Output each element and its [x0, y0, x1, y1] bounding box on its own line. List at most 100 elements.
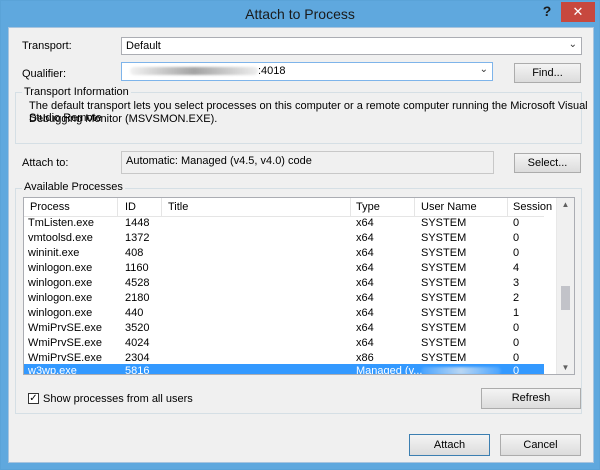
process-user: SYSTEM	[421, 232, 467, 244]
column-header-id[interactable]: ID	[125, 201, 136, 213]
process-id: 5816	[125, 365, 150, 375]
scrollbar-thumb[interactable]	[561, 286, 570, 310]
redacted-hostname	[130, 67, 258, 76]
process-id: 1160	[125, 262, 149, 274]
refresh-button[interactable]: Refresh	[481, 388, 581, 409]
process-list-scrollbar[interactable]: ▲ ▼	[556, 198, 574, 374]
process-type: Managed (v...	[356, 365, 423, 375]
process-type: x64	[356, 262, 374, 274]
process-user: SYSTEM	[421, 292, 467, 304]
column-divider	[414, 198, 415, 216]
transport-value: Default	[126, 40, 161, 52]
process-id: 3520	[125, 322, 150, 334]
column-divider	[350, 198, 351, 216]
table-row[interactable]: winlogon.exe 2180 x64 SYSTEM 2	[24, 291, 544, 306]
process-id: 4528	[125, 277, 150, 289]
process-name: winlogon.exe	[28, 277, 93, 289]
table-row[interactable]: WmiPrvSE.exe 3520 x64 SYSTEM 0	[24, 321, 544, 336]
process-name: winlogon.exe	[28, 292, 93, 304]
process-name: TmListen.exe	[28, 217, 95, 229]
column-header-type[interactable]: Type	[356, 201, 380, 213]
column-header-user-name[interactable]: User Name	[421, 201, 477, 213]
transport-dropdown[interactable]: Default ⌄	[121, 37, 582, 55]
process-session: 0	[513, 232, 520, 244]
qualifier-label: Qualifier:	[22, 68, 67, 80]
attach-to-label: Attach to:	[22, 157, 69, 169]
available-processes-title: Available Processes	[22, 181, 125, 193]
table-row[interactable]: wininit.exe 408 x64 SYSTEM 0	[24, 246, 544, 261]
process-id: 408	[125, 247, 144, 259]
show-all-users-label: Show processes from all users	[43, 393, 193, 405]
cancel-button[interactable]: Cancel	[500, 434, 581, 456]
process-id: 1448	[125, 217, 150, 229]
show-all-users-checkbox[interactable]: ✓	[28, 393, 39, 404]
process-list[interactable]: Process ID Title Type User Name Session …	[23, 197, 575, 375]
qualifier-input[interactable]: :4018 ⌄	[121, 62, 493, 81]
process-session: 0	[513, 365, 520, 375]
process-name: wininit.exe	[28, 247, 80, 259]
process-session: 2	[513, 292, 520, 304]
process-id: 1372	[125, 232, 150, 244]
process-name: WmiPrvSE.exe	[28, 337, 102, 349]
transport-info-title: Transport Information	[22, 86, 131, 98]
table-row[interactable]: WmiPrvSE.exe 4024 x64 SYSTEM 0	[24, 336, 544, 351]
process-type: x64	[356, 307, 374, 319]
process-user: SYSTEM	[421, 277, 467, 289]
process-type: x64	[356, 247, 374, 259]
process-type: x64	[356, 277, 374, 289]
column-header-title[interactable]: Title	[168, 201, 188, 213]
table-row[interactable]: winlogon.exe 4528 x64 SYSTEM 3	[24, 276, 544, 291]
attach-button[interactable]: Attach	[409, 434, 490, 456]
process-session: 3	[513, 277, 520, 289]
transport-info-text-2: Debugging Monitor (MSVSMON.EXE).	[29, 113, 218, 125]
process-name: WmiPrvSE.exe	[28, 322, 102, 334]
help-button[interactable]: ?	[537, 3, 557, 21]
process-user: SYSTEM	[421, 217, 467, 229]
column-header-process[interactable]: Process	[30, 201, 70, 213]
process-type: x64	[356, 232, 374, 244]
process-session: 0	[513, 322, 520, 334]
process-type: x64	[356, 337, 374, 349]
qualifier-port: :4018	[258, 65, 286, 77]
find-button[interactable]: Find...	[514, 63, 581, 83]
process-user: SYSTEM	[421, 247, 467, 259]
process-session: 0	[513, 352, 520, 364]
column-divider	[507, 198, 508, 216]
process-name: winlogon.exe	[28, 262, 93, 274]
window-title: Attach to Process	[245, 6, 355, 22]
process-name: vmtoolsd.exe	[28, 232, 93, 244]
process-session: 0	[513, 337, 520, 349]
process-session: 0	[513, 217, 520, 229]
table-row[interactable]: winlogon.exe 1160 x64 SYSTEM 4	[24, 261, 544, 276]
table-row-selected[interactable]: w3wp.exe 5816 Managed (v... 0	[24, 364, 544, 375]
scroll-up-arrow-icon[interactable]: ▲	[557, 200, 574, 209]
select-code-type-button[interactable]: Select...	[514, 153, 581, 173]
process-user: SYSTEM	[421, 337, 467, 349]
process-name: w3wp.exe	[28, 365, 77, 375]
process-session: 1	[513, 307, 520, 319]
scroll-down-arrow-icon[interactable]: ▼	[557, 363, 574, 372]
process-type: x64	[356, 322, 374, 334]
process-session: 0	[513, 247, 520, 259]
process-id: 2180	[125, 292, 150, 304]
process-user: SYSTEM	[421, 262, 467, 274]
column-header-session[interactable]: Session	[513, 201, 552, 213]
transport-label: Transport:	[22, 40, 72, 52]
column-divider	[161, 198, 162, 216]
process-type: x64	[356, 292, 374, 304]
process-user: SYSTEM	[421, 322, 467, 334]
process-list-header: Process ID Title Type User Name Session	[24, 198, 552, 217]
process-user-redacted	[421, 365, 501, 374]
process-id: 2304	[125, 352, 150, 364]
process-id: 440	[125, 307, 144, 319]
qualifier-value: :4018	[130, 65, 286, 77]
attach-to-process-dialog: Attach to Process ? ✕ Transport: Default…	[0, 0, 600, 470]
chevron-down-icon: ⌄	[479, 64, 488, 75]
table-row[interactable]: vmtoolsd.exe 1372 x64 SYSTEM 0	[24, 231, 544, 246]
process-type: x64	[356, 217, 374, 229]
column-divider	[117, 198, 118, 216]
process-user: SYSTEM	[421, 307, 467, 319]
table-row[interactable]: TmListen.exe 1448 x64 SYSTEM 0	[24, 216, 544, 231]
table-row[interactable]: winlogon.exe 440 x64 SYSTEM 1	[24, 306, 544, 321]
close-button[interactable]: ✕	[561, 2, 595, 22]
